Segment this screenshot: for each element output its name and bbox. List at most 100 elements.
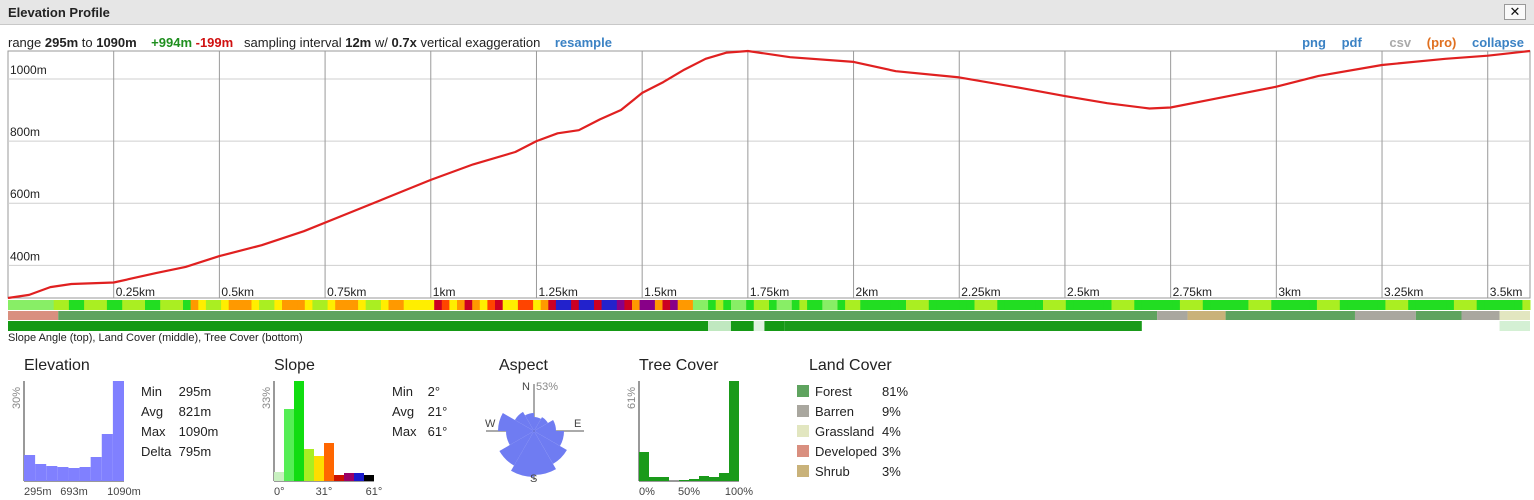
aspect-rose-petal <box>511 431 534 477</box>
slope-strip-cell <box>15 300 24 310</box>
elevation-hist-bar <box>24 455 36 481</box>
slope-strip-cell <box>1088 300 1097 310</box>
x-tick-label: 1.75km <box>750 285 789 299</box>
x-tick-label: 3.25km <box>1384 285 1423 299</box>
slope-strip-cell <box>647 300 656 310</box>
tree-cover-title: Tree Cover <box>639 357 719 374</box>
tree-hist-bar <box>659 477 669 481</box>
elevation-profile-graphics[interactable]: 400m 600m 800m 1000m 0.25km 0.5km 0.75km 1km 1.2… <box>0 0 1534 500</box>
slope-strip-cell <box>91 300 100 310</box>
aspect-rose-petal <box>534 417 541 431</box>
slope-hist-bar <box>324 443 334 481</box>
stat-value: 1090m <box>178 424 219 439</box>
csv-pro-link[interactable]: csv (pro) <box>1377 35 1456 50</box>
slope-strip-cell <box>586 300 595 310</box>
tree-hist-ymax-label: 61% <box>626 387 638 409</box>
slope-strip-cell <box>1278 300 1287 310</box>
slope-strip-cell <box>137 300 146 310</box>
png-link[interactable]: png <box>1302 35 1326 50</box>
slope-strip-cell <box>502 300 511 310</box>
slope-strip-cell <box>685 300 694 310</box>
slope-strip-cell <box>936 300 945 310</box>
elevation-hist-bar <box>79 467 91 481</box>
slope-strip-cell <box>365 300 374 310</box>
land-cover-grassland: Grassland 4% <box>797 424 901 439</box>
resample-link[interactable]: resample <box>555 35 612 50</box>
slope-strip-cell <box>312 300 321 310</box>
slope-strip-cell <box>517 300 526 310</box>
stat-value: 2° <box>427 384 441 399</box>
land-cover-strip-cell <box>8 311 59 320</box>
slope-strip-cell <box>198 300 207 310</box>
slope-strip-cell <box>822 300 831 310</box>
slope-strip-cell <box>282 300 291 310</box>
slope-strip-cell <box>1111 300 1120 310</box>
slope-strip-cell <box>1149 300 1158 310</box>
aspect-east-label: E <box>574 418 581 430</box>
slope-strip-cell <box>99 300 108 310</box>
slope-strip-cell <box>1484 300 1493 310</box>
aspect-north-label: N <box>522 381 530 393</box>
slope-strip-cell <box>883 300 892 310</box>
slope-strip-cell <box>1126 300 1135 310</box>
x-tick-label: 1.25km <box>538 285 577 299</box>
tree-cover-strip-cell <box>753 321 765 331</box>
slope-strip-cell <box>989 300 998 310</box>
slope-strip-cell <box>84 300 93 310</box>
slope-strip-cell <box>106 300 115 310</box>
elevation-stat-min: Min 295m <box>141 384 211 399</box>
slope-strip-cell <box>829 300 838 310</box>
slope-strip-cell <box>1286 300 1295 310</box>
slope-strip-cell <box>236 300 245 310</box>
slope-strip-cell <box>1446 300 1455 310</box>
slope-strip-cell <box>122 300 131 310</box>
shrub-swatch <box>797 465 809 477</box>
slope-strip-cell <box>898 300 907 310</box>
collapse-link[interactable]: collapse <box>1472 35 1524 50</box>
close-button[interactable]: ✕ <box>1504 4 1526 20</box>
slope-strip-cell <box>1172 300 1181 310</box>
slope-strip-cell <box>396 300 405 310</box>
grassland-swatch <box>797 425 809 437</box>
slope-strip-cell <box>1507 300 1516 310</box>
slope-strip-cell <box>662 300 671 310</box>
land-cover-label: Developed <box>815 444 878 459</box>
slope-strip-cell <box>913 300 922 310</box>
elevation-stat-avg: Avg 821m <box>141 404 211 419</box>
slope-strip-cell <box>1339 300 1348 310</box>
land-cover-label: Barren <box>815 404 855 419</box>
slope-strip-cell <box>670 300 679 310</box>
slope-strip-cell <box>350 300 359 310</box>
y-tick-label: 400m <box>10 249 40 263</box>
slope-strip-cell <box>601 300 610 310</box>
slope-strip-cell <box>723 300 732 310</box>
slope-hist-bar <box>334 475 344 481</box>
slope-strip-cell <box>1256 300 1265 310</box>
slope-strip-cell <box>548 300 557 310</box>
slope-strip-cell <box>434 300 443 310</box>
slope-strip-cell <box>388 300 397 310</box>
aspect-title: Aspect <box>499 357 548 374</box>
pro-label: (pro) <box>1426 35 1457 50</box>
slope-strip-cell <box>129 300 138 310</box>
profile-info-bar: range 295m to 1090m +994m -199m sampling… <box>8 35 612 50</box>
slope-strip-cell <box>594 300 603 310</box>
slope-hist-x-label: 31° <box>316 486 333 498</box>
pdf-link[interactable]: pdf <box>1342 35 1362 50</box>
slope-strip-cell <box>944 300 953 310</box>
slope-strip-cell <box>38 300 47 310</box>
slope-strip-cell <box>769 300 778 310</box>
slope-strip-cell <box>358 300 367 310</box>
stat-label: Avg <box>392 404 415 419</box>
slope-strip-cell <box>807 300 816 310</box>
slope-strip-cell <box>540 300 549 310</box>
slope-strip-cell <box>837 300 846 310</box>
slope-strip-cell <box>974 300 983 310</box>
slope-strip-cell <box>533 300 542 310</box>
slope-strip-cell <box>1202 300 1211 310</box>
slope-hist-bar <box>314 456 324 481</box>
slope-strip-cell <box>190 300 199 310</box>
slope-strip-cell <box>571 300 580 310</box>
slope-strip-cell <box>799 300 808 310</box>
developed-swatch <box>797 445 809 457</box>
